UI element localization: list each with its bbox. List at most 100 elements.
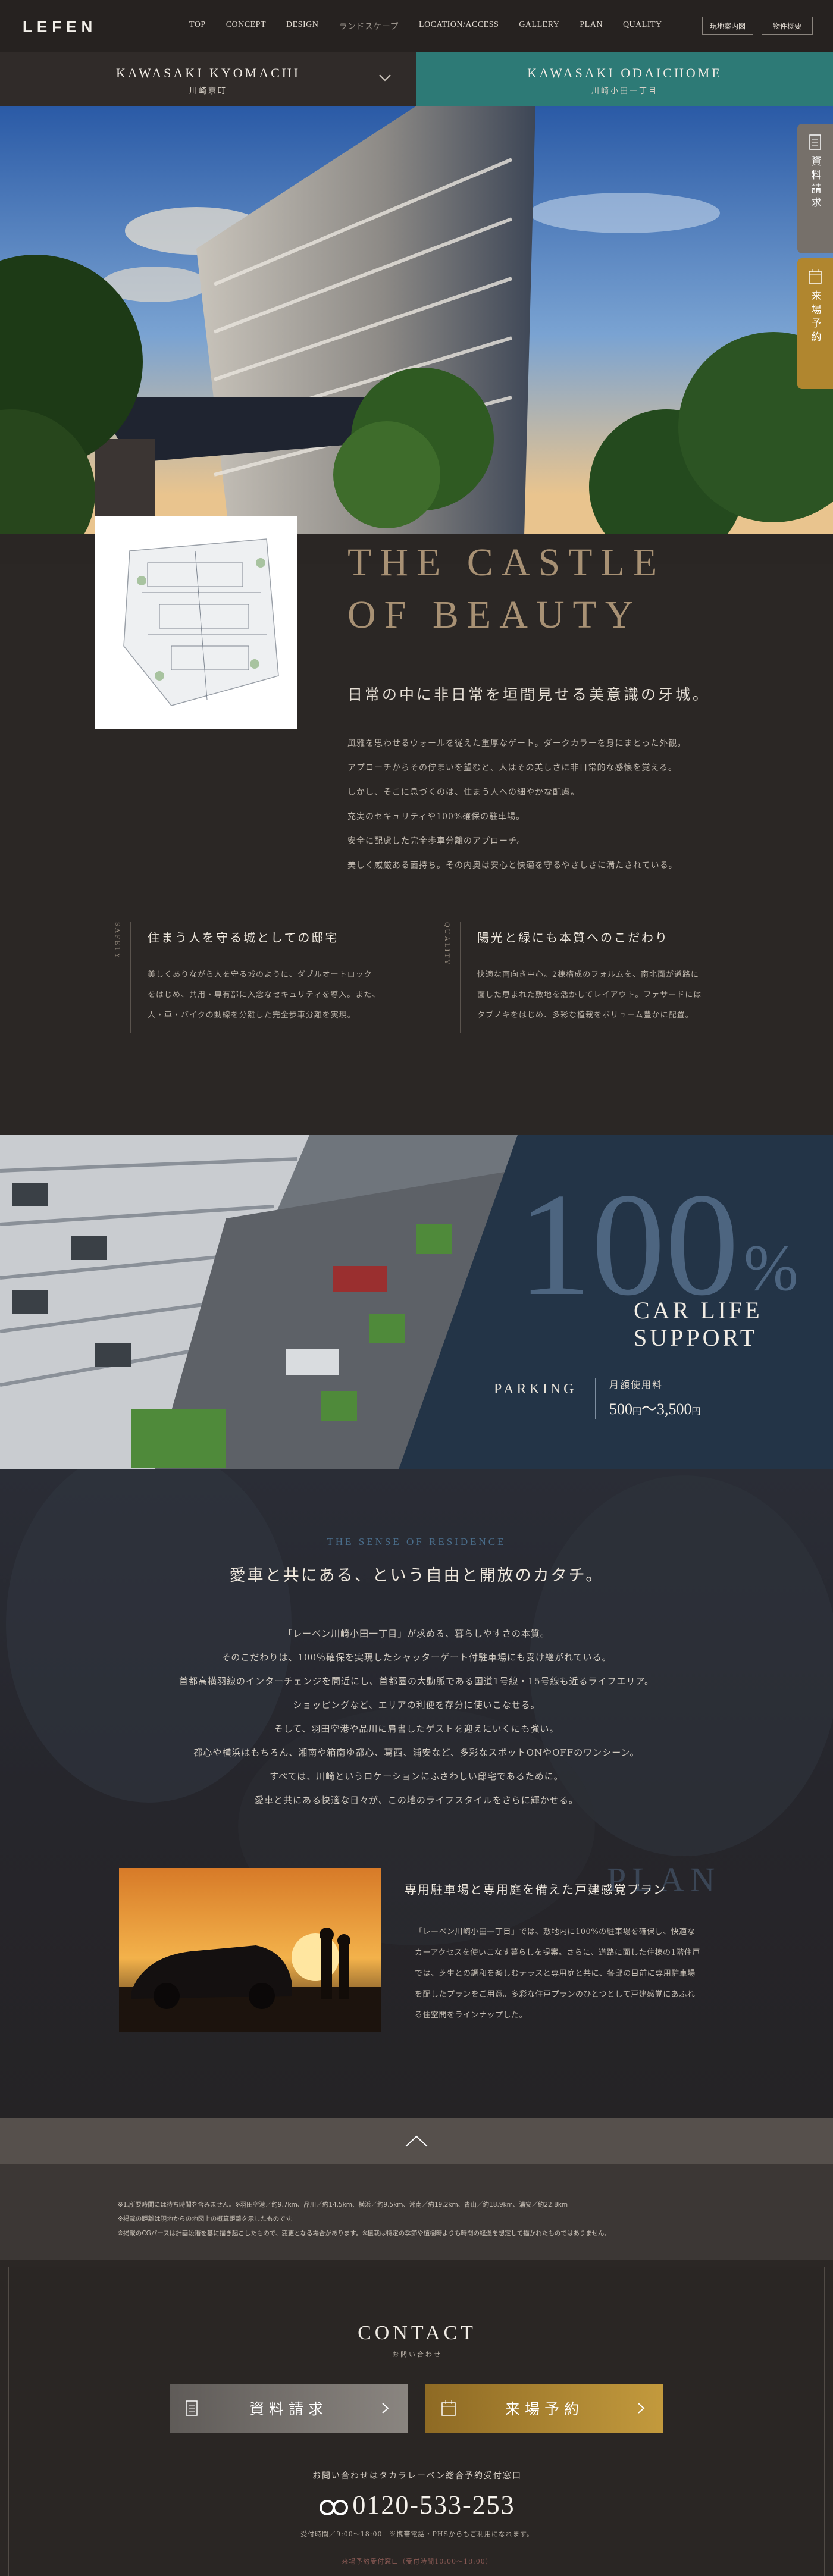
global-nav: TOP CONCEPT DESIGN ランドスケープ LOCATION/ACCE… xyxy=(189,20,682,32)
footnotes: ※1.所要時間には待ち時間を含みません。※羽田空港／約9.7km、品川／約14.… xyxy=(0,2164,833,2260)
fee-from: 500 xyxy=(609,1400,632,1418)
fee-separator: 〜 xyxy=(641,1400,657,1418)
chevron-right-icon xyxy=(638,2403,645,2414)
side-request-label: 資料請求 xyxy=(809,156,821,211)
sense-line: そして、羽田空港や品川に肩書したゲストを迎えにいくにも強い。 xyxy=(274,1723,559,1734)
intro-line: 安全に配慮した完全歩車分離のアプローチ。 xyxy=(347,836,526,846)
visit-label: 来場予約 xyxy=(505,2400,584,2418)
footnote-line: ※掲載のCGパースは計画段階を基に描き起こしたもので、変更となる場合があります。… xyxy=(118,2230,610,2237)
chevron-right-icon xyxy=(382,2403,389,2414)
tab-subtitle: 川崎小田一丁目 xyxy=(591,87,658,96)
chevron-down-icon xyxy=(379,74,391,82)
plan-line: では、芝生との調和を楽しむテラスと専用庭と共に、各邸の目前に専用駐車場 xyxy=(415,1969,696,1978)
feature-line: タブノキをはじめ、多彩な植栽をボリューム豊かに配置。 xyxy=(477,1011,694,1020)
document-icon xyxy=(809,134,821,150)
parking-title-line-1: CAR LIFE xyxy=(634,1297,763,1324)
outline-button[interactable]: 物件概要 xyxy=(762,17,813,35)
nav-quality[interactable]: QUALITY xyxy=(623,20,662,32)
parking-title-line-2: SUPPORT xyxy=(634,1324,758,1351)
parking-divider xyxy=(595,1378,596,1419)
freedial-icon xyxy=(320,2499,349,2515)
sense-line: 都心や横浜はもちろん、湘南や箱南ゆ都心、葛西、浦安など、多彩なスポットONやOF… xyxy=(193,1747,640,1758)
site-plan-drawing xyxy=(106,527,287,719)
feature-line: 快適な南向き中心。2棟構成のフォルムを、南北面が道路に xyxy=(477,970,700,979)
nav-design[interactable]: DESIGN xyxy=(286,20,318,32)
sense-line: そのこだわりは、100％確保を実現したシャッターゲート付駐車場にも受け継がれてい… xyxy=(221,1652,612,1663)
sense-heading: 愛車と共にある、という自由と開放のカタチ。 xyxy=(229,1566,604,1585)
hero-image xyxy=(0,106,833,564)
phone-number[interactable]: 0120-533-253 xyxy=(9,2490,825,2520)
contact-note: 来場予約受付窓口（受付時間10:00〜18:00） xyxy=(342,2558,493,2565)
tab-title: KAWASAKI ODAICHOME xyxy=(527,65,722,80)
nav-location[interactable]: LOCATION/ACCESS xyxy=(419,20,499,32)
request-button[interactable]: 資料請求 xyxy=(170,2384,408,2433)
nav-gallery[interactable]: GALLERY xyxy=(519,20,559,32)
sense-subtitle: THE SENSE OF RESIDENCE xyxy=(327,1536,506,1547)
building-illustration xyxy=(0,106,833,564)
document-icon xyxy=(186,2400,198,2416)
phone-number-text: 0120-533-253 xyxy=(352,2490,515,2519)
intro-line: しかし、そこに息づくのは、住まう人への細やかな配慮。 xyxy=(347,788,580,797)
fee-to: 3,500 xyxy=(657,1400,692,1418)
tab-subtitle: 川崎京町 xyxy=(189,87,227,96)
sense-line: 愛車と共にある快適な日々が、この地のライフスタイルをさらに輝かせる。 xyxy=(255,1795,578,1806)
sense-line: 「レーベン川崎小田一丁目」が求める、暮らしやすさの本質。 xyxy=(283,1628,550,1639)
intro-line: アプローチからその佇まいを望むと、人はその美しさに非日常的な感懐を覚える。 xyxy=(347,763,678,773)
plan-line: る住空間をラインナップした。 xyxy=(415,2011,528,2020)
sense-line: ショッピングなど、エリアの利便を存分に使いこなせる。 xyxy=(293,1700,540,1710)
tab-odaichome[interactable]: KAWASAKI ODAICHOME 川崎小田一丁目 xyxy=(416,52,833,106)
parking-title: CAR LIFE SUPPORT xyxy=(634,1297,763,1352)
parking-percent: % xyxy=(744,1231,798,1304)
nav-top[interactable]: TOP xyxy=(189,20,206,32)
nav-landscape[interactable]: ランドスケープ xyxy=(339,20,399,32)
feature-title: 陽光と緑にも本質へのこだわり xyxy=(477,930,669,945)
intro-lead: 日常の中に非日常を垣間見せる美意識の牙城。 xyxy=(347,686,710,703)
side-request-button[interactable]: 資料請求 xyxy=(797,124,833,253)
site-plan-map xyxy=(95,516,298,729)
nav-plan[interactable]: PLAN xyxy=(580,20,603,32)
page-top-button[interactable] xyxy=(0,2118,833,2164)
brand-logo[interactable]: LEFEN xyxy=(23,18,97,36)
sunset-car-photo xyxy=(119,1868,381,2032)
contact-subtitle: お問い合わせ xyxy=(392,2351,442,2358)
contact-hours: 受付時間／9:00〜18:00 ※携帯電話・PHSからもご利用になれます。 xyxy=(300,2530,534,2538)
parking-label: PARKING xyxy=(494,1381,577,1397)
chevron-up-icon xyxy=(405,2135,428,2147)
contact-lead: お問い合わせはタカラレーベン総合予約受付窓口 xyxy=(312,2471,522,2481)
feature-line: をはじめ、共用・専有部に入念なセキュリティを導入。また、 xyxy=(148,991,381,999)
nav-concept[interactable]: CONCEPT xyxy=(226,20,266,32)
feature-line: 人・車・バイクの動線を分離した完全歩車分離を実現。 xyxy=(148,1011,356,1020)
intro-line: 美しく威厳ある面持ち。その内奥は安心と快適を守るやさしさに満たされている。 xyxy=(347,861,678,870)
parking-fee-label: 月額使用料 xyxy=(609,1379,663,1390)
footnote-line: ※1.所要時間には待ち時間を含みません。※羽田空港／約9.7km、品川／約14.… xyxy=(118,2201,568,2208)
intro-line: 風雅を思わせるウォールを従えた重厚なゲート。ダークカラーを身にまとった外観。 xyxy=(347,739,687,748)
sense-section: THE SENSE OF RESIDENCE 愛車と共にある、という自由と開放の… xyxy=(0,1469,833,2118)
intro-body: 風雅を思わせるウォールを従えた重厚なゲート。ダークカラーを身にまとった外観。 ア… xyxy=(347,732,764,878)
sense-line: すべては、川崎というロケーションにふさわしい邸宅であるために。 xyxy=(270,1771,563,1782)
visit-button[interactable]: 来場予約 xyxy=(425,2384,663,2433)
sunset-car-illustration xyxy=(119,1868,381,2032)
feature-title: 住まう人を守る城としての邸宅 xyxy=(148,930,339,945)
plan-body: 「レーベン川崎小田一丁目」では、敷地内に100%の駐車場を確保し、快適な カーア… xyxy=(405,1922,714,2026)
side-visit-label: 来場予約 xyxy=(809,290,821,345)
map-button[interactable]: 現地案内図 xyxy=(702,17,753,35)
parking-big-number: 100 xyxy=(518,1162,739,1326)
feature-line: 美しくありながら人を守る城のように、ダブルオートロック xyxy=(148,970,372,979)
calendar-icon xyxy=(809,269,822,284)
sense-body: 「レーベン川崎小田一丁目」が求める、暮らしやすさの本質。 そのこだわりは、100… xyxy=(0,1622,833,1812)
side-visit-button[interactable]: 来場予約 xyxy=(797,258,833,389)
parking-fee: 500円〜3,500円 xyxy=(609,1397,701,1419)
feature-text: 美しくありながら人を守る城のように、ダブルオートロック をはじめ、共用・専有部に… xyxy=(148,965,403,1026)
contact-title: CONTACT xyxy=(358,2322,477,2344)
tab-kyomachi[interactable]: KAWASAKI KYOMACHI 川崎京町 xyxy=(0,52,416,106)
castle-line-2: OF BEAUTY xyxy=(347,593,642,637)
calendar-icon xyxy=(441,2400,456,2416)
intro-line: 充実のセキュリティや100%確保の駐車場。 xyxy=(347,812,525,822)
tab-title: KAWASAKI KYOMACHI xyxy=(115,65,301,80)
contact-section: CONTACT お問い合わせ 資料請求 来場予約 お問い合わせはタカラレーベン総… xyxy=(8,2267,825,2576)
plan-line: 「レーベン川崎小田一丁目」では、敷地内に100%の駐車場を確保し、快適な xyxy=(415,1928,696,1936)
fee-unit: 円 xyxy=(632,1407,642,1417)
plan-line: カーアクセスを使いこなす暮らしを提案。さらに、道路に面した住棟の1階住戸 xyxy=(415,1948,700,1957)
request-label: 資料請求 xyxy=(249,2400,328,2418)
castle-line-1: THE CASTLE xyxy=(347,541,666,584)
